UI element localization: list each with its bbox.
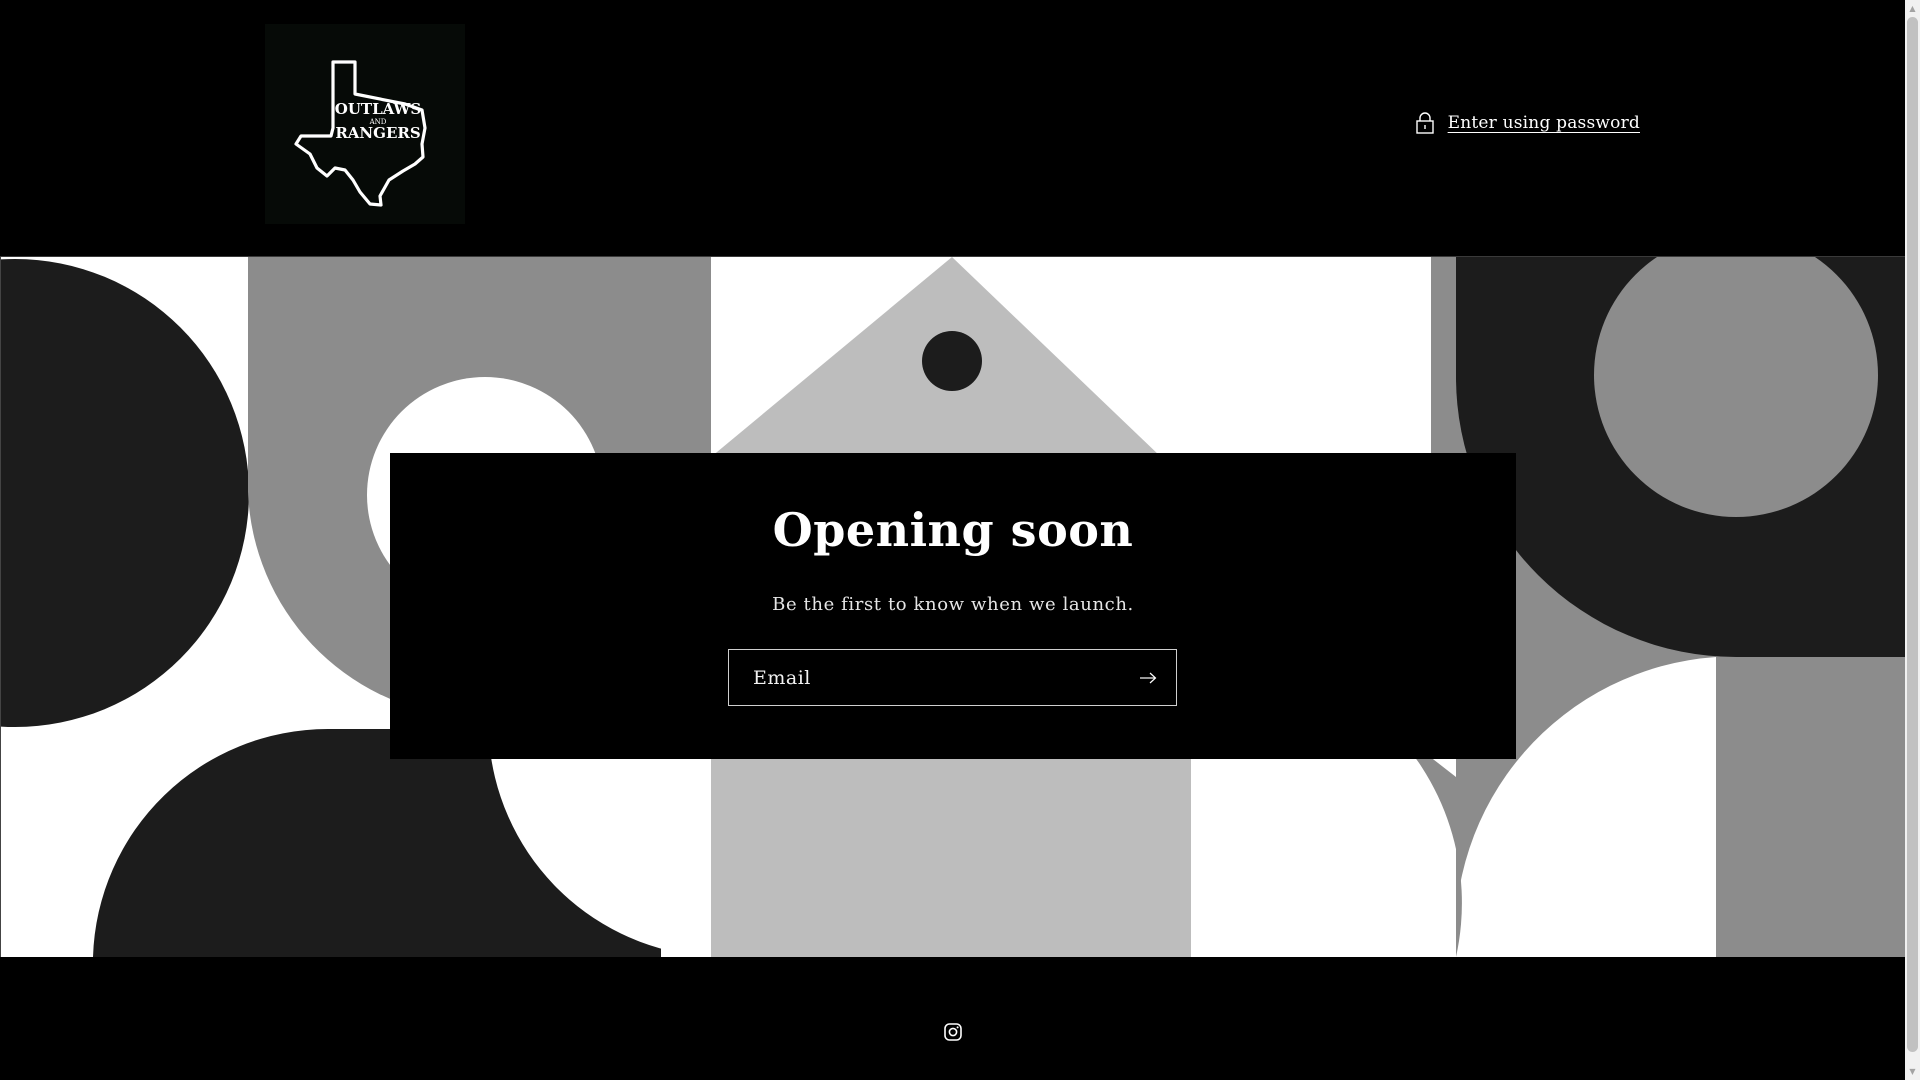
logo-line-outlaws: OUTLAWS [335, 100, 421, 118]
page-subtitle: Be the first to know when we launch. [772, 594, 1134, 615]
enter-password-label[interactable]: Enter using password [1448, 113, 1640, 133]
subscribe-button[interactable] [1120, 650, 1176, 705]
hero-banner: Opening soon Be the first to know when w… [0, 257, 1905, 957]
texas-map-logo: OUTLAWS AND RANGERS [294, 60, 427, 207]
logo-line-rangers: RANGERS [335, 124, 420, 142]
enter-password-link[interactable]: Enter using password [1415, 112, 1640, 134]
page-title: Opening soon [772, 503, 1134, 557]
store-logo[interactable]: OUTLAWS AND RANGERS [265, 24, 465, 224]
arrow-right-icon [1140, 672, 1157, 683]
password-page: OUTLAWS AND RANGERS Enter using password [0, 0, 1905, 1080]
email-signup-form [728, 649, 1177, 706]
scroll-down-arrow-icon[interactable]: ▼ [1905, 1063, 1920, 1080]
lock-icon [1415, 112, 1434, 134]
instagram-icon[interactable] [943, 1022, 963, 1042]
scroll-up-arrow-icon[interactable]: ▲ [1905, 0, 1920, 17]
footer [0, 958, 1905, 1080]
scrollbar-thumb[interactable] [1907, 17, 1918, 1052]
email-input[interactable] [729, 650, 1120, 705]
header: OUTLAWS AND RANGERS Enter using password [0, 0, 1905, 257]
newsletter-card: Opening soon Be the first to know when w… [390, 453, 1516, 759]
vertical-scrollbar[interactable]: ▲ ▼ [1905, 0, 1920, 1080]
